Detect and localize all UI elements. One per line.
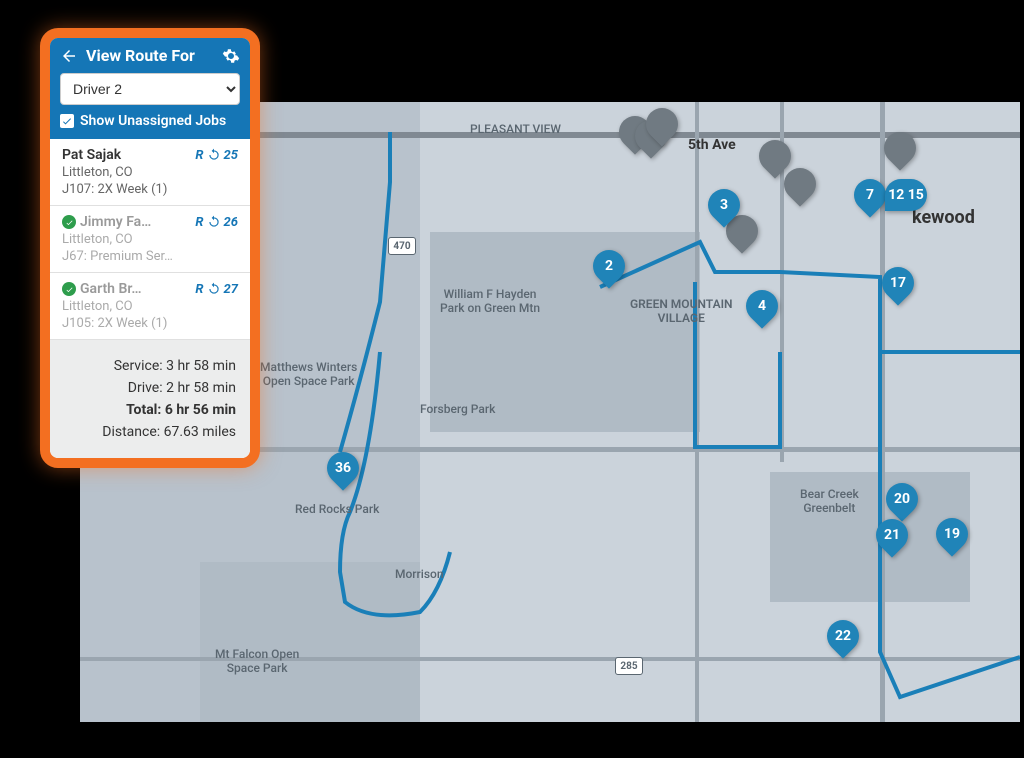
map-pin[interactable]: 21 [876,519,908,559]
job-badges: R 27 [195,282,238,297]
job-badges: R 25 [195,148,238,163]
sidebar-header: View Route For Driver 2 Show Unassigned … [50,38,250,139]
stop-number: 26 [224,215,238,230]
stop-number: 27 [224,282,238,297]
gear-icon[interactable] [222,47,240,65]
job-detail: J67: Premium Ser… [62,249,238,264]
map-label: GREEN MOUNTAIN VILLAGE [630,297,733,325]
map-pin[interactable]: 2 [593,250,625,290]
job-location: Littleton, CO [62,165,238,180]
map-pin[interactable]: 17 [882,267,914,307]
map-pin[interactable] [884,132,916,172]
pin-number: 2 [605,258,613,274]
sync-icon [207,215,221,229]
sidebar-title: View Route For [86,46,214,65]
route-summary: Service: 3 hr 58 min Drive: 2 hr 58 min … [50,340,250,458]
summary-drive: Drive: 2 hr 58 min [64,380,236,396]
summary-total: Total: 6 hr 56 min [64,402,236,418]
pin-number: 12 15 [888,187,924,203]
job-name: Pat Sajak [62,147,191,163]
pin-number: 3 [720,197,728,213]
pin-number: 19 [944,526,960,542]
map-pin[interactable] [646,108,678,148]
summary-service: Service: 3 hr 58 min [64,358,236,374]
job-location: Littleton, CO [62,299,238,314]
job-badges: R 26 [195,215,238,230]
pin-number: 20 [894,491,910,507]
map-pin[interactable]: 20 [886,483,918,523]
pin-number: 36 [335,460,351,476]
recurring-badge: R [195,148,203,163]
job-name: Garth Br… [80,281,191,297]
job-item[interactable]: Jimmy Fa… R 26 Littleton, CO J67: Premium Se… [50,206,250,273]
highway-shield: 470 [388,237,416,255]
map-pin[interactable]: 22 [827,620,859,660]
map-pin[interactable]: 12 15 [885,179,927,219]
job-item[interactable]: Garth Br… R 27 Littleton, CO J105: 2X Week (… [50,273,250,340]
map-label: Red Rocks Park [295,502,379,516]
map-label: William F Hayden Park on Green Mtn [440,287,540,315]
map-pin[interactable]: 7 [854,179,886,219]
sync-icon [207,148,221,162]
map-label: Mt Falcon Open Space Park [215,647,299,675]
job-item[interactable]: Pat Sajak R 25 Littleton, CO J107: 2X Week (… [50,139,250,206]
job-detail: J105: 2X Week (1) [62,316,238,331]
map-pin[interactable] [784,168,816,208]
pin-number: 22 [835,628,851,644]
sync-icon [207,282,221,296]
job-location: Littleton, CO [62,232,238,247]
show-unassigned-toggle[interactable]: Show Unassigned Jobs [60,113,240,129]
map-pin[interactable]: 3 [708,189,740,229]
pin-number: 7 [866,187,874,203]
map-pin[interactable]: 36 [327,452,359,492]
pin-number: 21 [884,527,900,543]
map-label: Bear Creek Greenbelt [800,487,859,515]
check-circle-icon [62,215,76,229]
stop-number: 25 [224,148,238,163]
map-label: 5th Ave [688,137,736,153]
pin-number: 17 [890,275,906,291]
map-pin[interactable]: 19 [936,518,968,558]
job-detail: J107: 2X Week (1) [62,182,238,197]
show-unassigned-label: Show Unassigned Jobs [80,113,226,129]
summary-distance: Distance: 67.63 miles [64,424,236,440]
pin-number: 4 [758,298,766,314]
map-label: Matthews Winters Open Space Park [260,360,357,388]
recurring-badge: R [195,282,203,297]
back-arrow-icon[interactable] [60,47,78,65]
map-label: Forsberg Park [420,402,495,416]
highway-shield: 285 [615,657,643,675]
job-name: Jimmy Fa… [80,214,191,230]
route-sidebar: View Route For Driver 2 Show Unassigned … [40,28,260,468]
map-label: PLEASANT VIEW [470,122,561,136]
map-label: Morrison [395,567,444,581]
driver-select[interactable]: Driver 2 [60,73,240,105]
map-pin[interactable]: 4 [746,290,778,330]
checkbox-icon [60,114,74,128]
check-circle-icon [62,282,76,296]
recurring-badge: R [195,215,203,230]
job-list: Pat Sajak R 25 Littleton, CO J107: 2X Week (… [50,139,250,340]
